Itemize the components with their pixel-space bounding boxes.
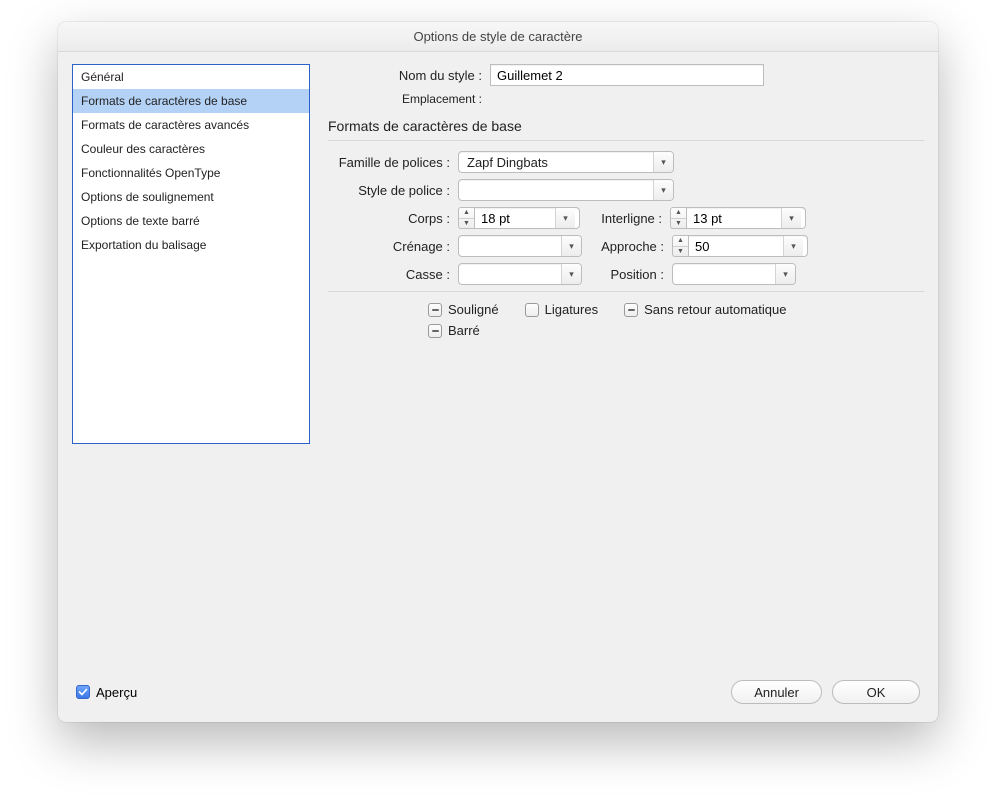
sidebar-item-basic-char-formats[interactable]: Formats de caractères de base [73,89,309,113]
font-style-label: Style de police : [328,183,458,198]
no-break-checkbox-label: Sans retour automatique [644,302,786,317]
chevron-down-icon[interactable]: ▾ [555,208,575,228]
main-panel: Nom du style : Emplacement : Formats de … [328,64,924,680]
kerning-value [459,236,561,256]
sidebar-item-opentype[interactable]: Fonctionnalités OpenType [73,161,309,185]
underline-checkbox-label: Souligné [448,302,499,317]
chevron-down-icon: ▾ [653,180,673,200]
stepper-up-icon[interactable]: ▲ [459,208,474,219]
style-name-label: Nom du style : [328,68,490,83]
dialog-window: Options de style de caractère Général Fo… [58,22,938,722]
tracking-label: Approche : [582,239,672,254]
chevron-down-icon[interactable]: ▾ [781,208,801,228]
leading-label: Interligne : [580,211,670,226]
location-label: Emplacement : [328,92,490,106]
font-style-select[interactable]: ▾ [458,179,674,201]
dialog-footer: Aperçu Annuler OK [58,680,938,722]
section-title: Formats de caractères de base [328,118,924,134]
chevron-down-icon: ▾ [561,236,581,256]
sidebar-item-char-color[interactable]: Couleur des caractères [73,137,309,161]
stepper-up-icon[interactable]: ▲ [673,236,688,247]
sidebar: Général Formats de caractères de base Fo… [72,64,310,444]
stepper-down-icon[interactable]: ▼ [459,219,474,229]
case-select[interactable]: ▾ [458,263,582,285]
chevron-down-icon: ▾ [775,264,795,284]
font-family-label: Famille de polices : [328,155,458,170]
stepper-up-icon[interactable]: ▲ [671,208,686,219]
checkbox-mixed-icon [428,324,442,338]
strikethrough-checkbox[interactable]: Barré [428,323,480,338]
sidebar-item-tagging-export[interactable]: Exportation du balisage [73,233,309,257]
preview-checkbox-label: Aperçu [96,685,137,700]
tracking-input[interactable] [689,236,783,256]
checkbox-mixed-icon [428,303,442,317]
chevron-down-icon[interactable]: ▾ [783,236,803,256]
size-stepper[interactable]: ▲ ▼ ▾ [458,207,580,229]
size-input[interactable] [475,208,555,228]
case-label: Casse : [328,267,458,282]
position-select[interactable]: ▾ [672,263,796,285]
divider [328,291,924,292]
tracking-stepper[interactable]: ▲ ▼ ▾ [672,235,808,257]
stepper-down-icon[interactable]: ▼ [673,247,688,257]
dialog-content: Général Formats de caractères de base Fo… [58,52,938,680]
sidebar-item-strikethrough-options[interactable]: Options de texte barré [73,209,309,233]
position-value [673,264,775,284]
ok-button[interactable]: OK [832,680,920,704]
stepper-down-icon[interactable]: ▼ [671,219,686,229]
checkbox-mixed-icon [624,303,638,317]
font-style-value [459,180,653,200]
ligatures-checkbox[interactable]: Ligatures [525,302,598,317]
kerning-select[interactable]: ▾ [458,235,582,257]
font-family-select[interactable]: Zapf Dingbats ▾ [458,151,674,173]
underline-checkbox[interactable]: Souligné [428,302,499,317]
font-family-value: Zapf Dingbats [459,152,653,172]
size-label: Corps : [328,211,458,226]
style-name-input[interactable] [490,64,764,86]
checkbox-checked-icon [76,685,90,699]
no-break-checkbox[interactable]: Sans retour automatique [624,302,786,317]
sidebar-item-advanced-char-formats[interactable]: Formats de caractères avancés [73,113,309,137]
sidebar-item-general[interactable]: Général [73,65,309,89]
preview-checkbox[interactable]: Aperçu [76,685,137,700]
leading-stepper[interactable]: ▲ ▼ ▾ [670,207,806,229]
sidebar-item-underline-options[interactable]: Options de soulignement [73,185,309,209]
chevron-down-icon: ▾ [561,264,581,284]
case-value [459,264,561,284]
window-title: Options de style de caractère [58,22,938,52]
cancel-button[interactable]: Annuler [731,680,822,704]
position-label: Position : [582,267,672,282]
divider [328,140,924,141]
leading-input[interactable] [687,208,781,228]
kerning-label: Crénage : [328,239,458,254]
strikethrough-checkbox-label: Barré [448,323,480,338]
ligatures-checkbox-label: Ligatures [545,302,598,317]
checkbox-empty-icon [525,303,539,317]
chevron-down-icon: ▾ [653,152,673,172]
